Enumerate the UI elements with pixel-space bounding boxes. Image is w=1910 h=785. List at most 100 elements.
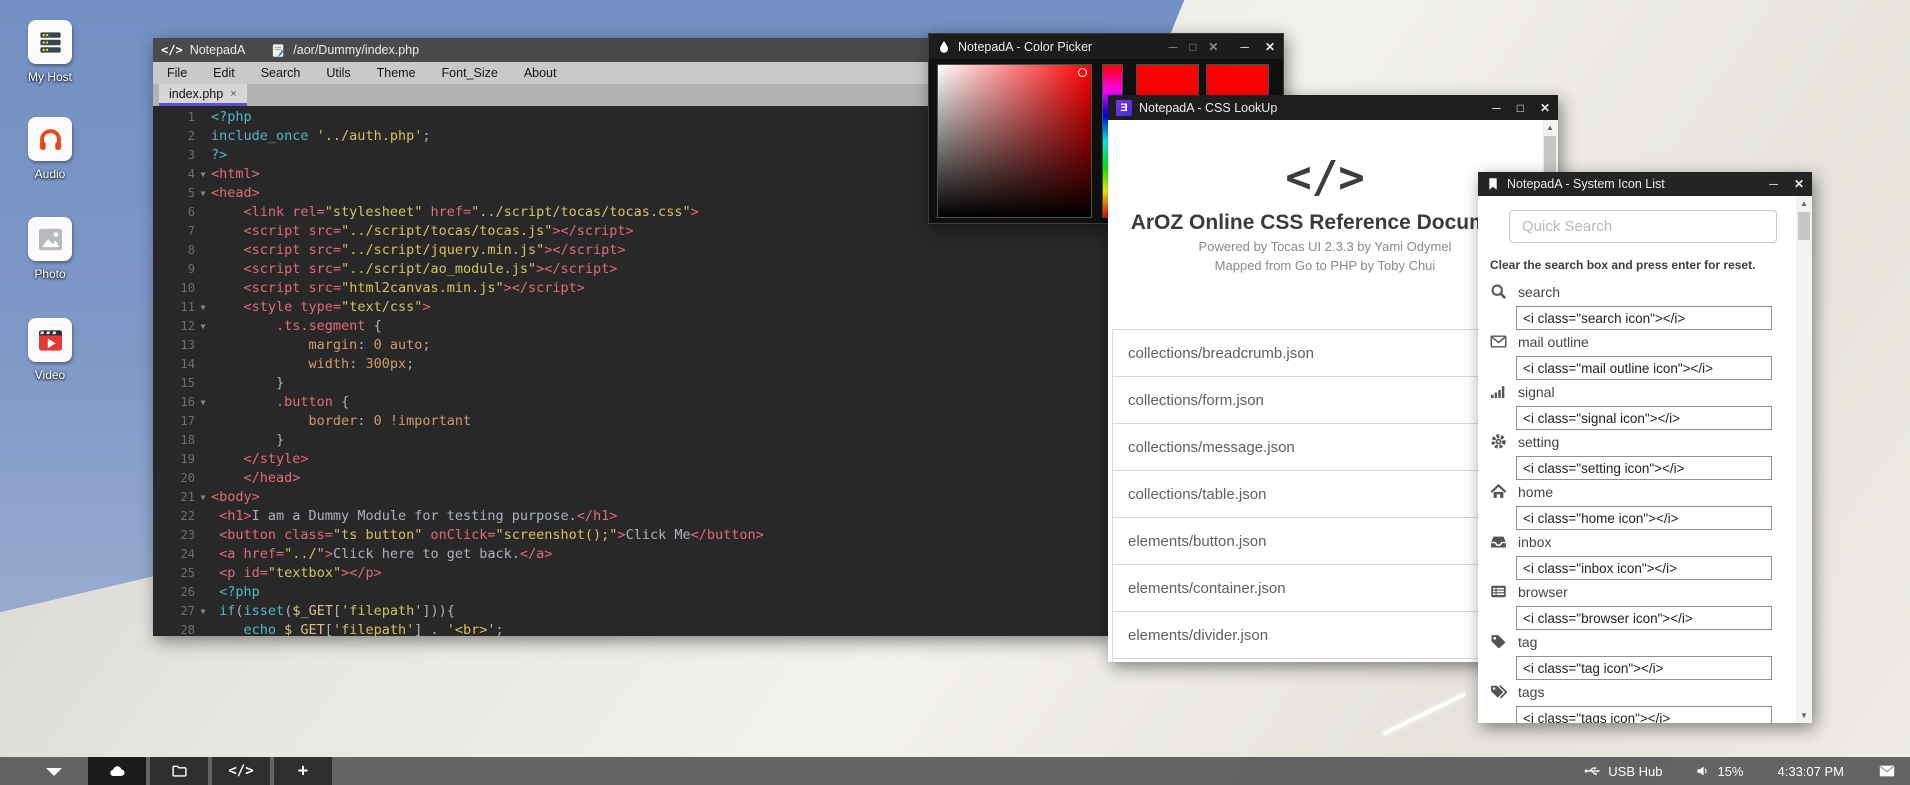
close-icon[interactable]: ✕ [1540,96,1550,120]
close-icon[interactable]: ✕ [1265,35,1275,59]
minimize-icon[interactable]: ─ [1769,172,1778,196]
code-line[interactable]: 12▼ .ts.segment { [153,317,1110,336]
css-lookup-titlebar[interactable]: Ǝ NotepadA - CSS LookUp ─ □ ✕ [1108,95,1558,120]
close-icon-dim[interactable]: ✕ [1208,35,1218,59]
fold-arrow-icon[interactable]: ▼ [195,602,211,621]
line-number: 19 [153,450,195,469]
menu-utils[interactable]: Utils [326,66,350,80]
css-lookup-item[interactable]: collections/table.json [1112,470,1540,518]
code-line[interactable]: 9 <script src="../script/ao_module.js"><… [153,260,1110,279]
color-cursor[interactable] [1078,68,1087,77]
taskbar-files-button[interactable] [150,757,208,785]
fold-arrow-icon[interactable]: ▼ [195,298,211,317]
icon-code-input[interactable] [1516,506,1772,530]
icon-code-input[interactable] [1516,356,1772,380]
maximize-icon[interactable]: □ [1517,96,1524,120]
fold-gutter [195,469,211,488]
taskbar-expand-chevron-icon[interactable] [46,768,62,776]
code-line[interactable]: 17 border: 0 !important [153,412,1110,431]
code-line[interactable]: 25 <p id="textbox"></p> [153,564,1110,583]
css-lookup-item[interactable]: collections/breadcrumb.json [1112,329,1540,377]
css-lookup-item[interactable]: elements/divider.json [1112,611,1540,659]
icon-code-input[interactable] [1516,556,1772,580]
code-line[interactable]: 28 echo $_GET['filepath'] . '<br>'; [153,621,1110,636]
taskbar-cloud-button[interactable] [88,757,146,785]
fold-arrow-icon[interactable]: ▼ [195,317,211,336]
code-line[interactable]: 7 <script src="../script/tocas/tocas.js"… [153,222,1110,241]
fold-arrow-icon[interactable]: ▼ [195,393,211,412]
tab-index-php[interactable]: index.php × [159,84,247,106]
icon-code-input[interactable] [1516,406,1772,430]
code-text: </head> [211,469,1110,488]
css-lookup-item[interactable]: elements/button.json [1112,517,1540,565]
menu-font_size[interactable]: Font_Size [442,66,498,80]
fold-arrow-icon[interactable]: ▼ [195,184,211,203]
icon-code-input[interactable] [1516,306,1772,330]
css-lookup-item[interactable]: collections/form.json [1112,376,1540,424]
line-number: 8 [153,241,195,260]
scroll-up-icon[interactable]: ▲ [1796,196,1812,211]
tag-icon [1490,633,1507,655]
icon-list-scrollbar[interactable]: ▲ ▼ [1796,196,1812,723]
minimize-icon[interactable]: ─ [1492,96,1501,120]
usb-status[interactable]: USB Hub [1584,764,1662,779]
code-line[interactable]: 15 } [153,374,1110,393]
code-line[interactable]: 22 <h1>I am a Dummy Module for testing p… [153,507,1110,526]
minimize-icon[interactable]: ─ [1240,35,1249,59]
minimize-icon-dim[interactable]: ─ [1169,35,1178,59]
volume-status[interactable]: 15% [1696,764,1743,779]
icon-list-items: searchmail outlinesignalsettinghomeinbox… [1478,282,1812,723]
code-line[interactable]: 26 <?php [153,583,1110,602]
desktop-icon-video[interactable]: Video [14,318,86,382]
fold-arrow-icon[interactable]: ▼ [195,488,211,507]
icon-code-input[interactable] [1516,656,1772,680]
code-line[interactable]: 11▼ <style type="text/css"> [153,298,1110,317]
scroll-up-icon[interactable]: ▲ [1542,120,1558,135]
line-number: 10 [153,279,195,298]
plus-icon: + [298,761,308,781]
maximize-icon-dim[interactable]: □ [1189,35,1196,59]
notification-mail-icon[interactable] [1878,764,1896,778]
color-picker-titlebar[interactable]: NotepadA - Color Picker ─ □ ✕ ─ ✕ [929,34,1283,59]
code-line[interactable]: 13 margin: 0 auto; [153,336,1110,355]
icon-code-input[interactable] [1516,706,1772,723]
code-line[interactable]: 18 } [153,431,1110,450]
fold-gutter [195,260,211,279]
icon-code-input[interactable] [1516,456,1772,480]
icon-list-titlebar[interactable]: NotepadA - System Icon List ─ ✕ [1478,172,1812,196]
menu-edit[interactable]: Edit [213,66,235,80]
menu-file[interactable]: File [167,66,187,80]
taskbar-add-button[interactable]: + [274,757,332,785]
desktop-icon-audio[interactable]: Audio [14,117,86,181]
code-line[interactable]: 16▼ .button { [153,393,1110,412]
desktop-icon-photo[interactable]: Photo [14,217,86,281]
close-icon[interactable]: ✕ [1794,172,1804,196]
css-lookup-item[interactable]: collections/message.json [1112,423,1540,471]
quick-search-input[interactable] [1509,210,1777,243]
code-line[interactable]: 14 width: 300px; [153,355,1110,374]
code-line[interactable]: 24 <a href="../">Click here to get back.… [153,545,1110,564]
code-line[interactable]: 8 <script src="../script/jquery.min.js">… [153,241,1110,260]
icon-code-input[interactable] [1516,606,1772,630]
tab-close-icon[interactable]: × [230,88,236,100]
code-line[interactable]: 27▼ if(isset($_GET['filepath'])){ [153,602,1110,621]
clock[interactable]: 4:33:07 PM [1778,764,1845,779]
fold-arrow-icon[interactable]: ▼ [195,165,211,184]
code-line[interactable]: 23 <button class="ts button" onClick="sc… [153,526,1110,545]
code-line[interactable]: 21▼<body> [153,488,1110,507]
saturation-value-square[interactable] [937,64,1092,218]
code-line[interactable]: 10 <script src="html2canvas.min.js"></sc… [153,279,1110,298]
menu-search[interactable]: Search [261,66,301,80]
scroll-down-icon[interactable]: ▼ [1796,708,1812,723]
taskbar-code-button[interactable]: </> [212,757,270,785]
menu-about[interactable]: About [524,66,557,80]
code-line[interactable]: 20 </head> [153,469,1110,488]
menu-theme[interactable]: Theme [377,66,416,80]
scrollbar-thumb[interactable] [1798,212,1810,240]
server-icon [28,20,72,64]
css-lookup-item[interactable]: elements/container.json [1112,564,1540,612]
line-number: 1 [153,108,195,127]
desktop-icon-my-host[interactable]: My Host [14,20,86,84]
line-number: 7 [153,222,195,241]
code-line[interactable]: 19 </style> [153,450,1110,469]
